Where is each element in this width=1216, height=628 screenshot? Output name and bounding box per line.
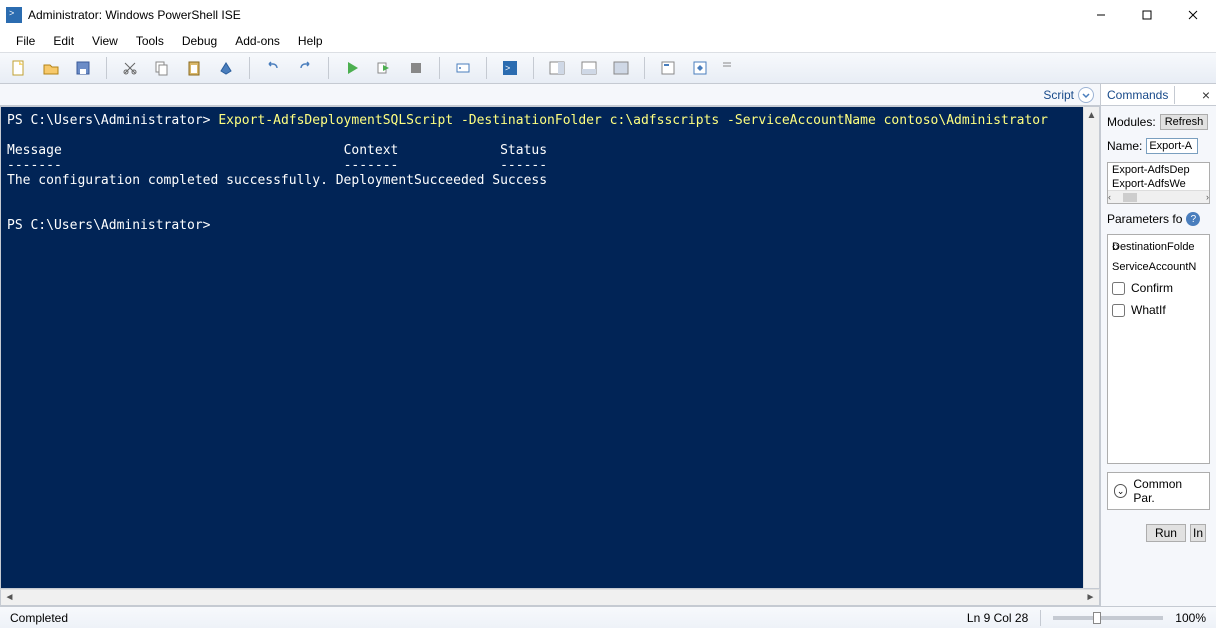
commands-tabs: Commands × (1101, 84, 1216, 106)
run-button[interactable]: Run (1146, 524, 1186, 542)
run-icon[interactable] (343, 59, 361, 77)
menu-bar: File Edit View Tools Debug Add-ons Help (0, 30, 1216, 52)
name-input[interactable] (1146, 138, 1198, 154)
menu-addons[interactable]: Add-ons (227, 32, 288, 50)
command-list[interactable]: Export-AdfsDep Export-AdfsWe ‹› (1107, 162, 1210, 204)
param-destinationfolder: DestinationFolde (1112, 241, 1205, 253)
close-button[interactable] (1170, 0, 1216, 30)
param-scrollbar[interactable]: ‹› (1112, 241, 1119, 253)
maximize-button[interactable] (1124, 0, 1170, 30)
refresh-button[interactable]: Refresh (1160, 114, 1209, 130)
commands-tab[interactable]: Commands (1101, 86, 1175, 104)
status-text: Completed (10, 611, 68, 625)
title-bar: Administrator: Windows PowerShell ISE (0, 0, 1216, 30)
whatif-checkbox[interactable]: WhatIf (1112, 303, 1205, 317)
console-pane: PS C:\Users\Administrator> Export-AdfsDe… (0, 106, 1100, 589)
commands-body: Modules: Refresh Name: Export-AdfsDep Ex… (1101, 106, 1216, 606)
redo-icon[interactable] (296, 59, 314, 77)
layout-full-icon[interactable] (612, 59, 630, 77)
vertical-scrollbar[interactable]: ▲ (1083, 106, 1100, 589)
confirm-checkbox[interactable]: Confirm (1112, 281, 1205, 295)
common-parameters-toggle[interactable]: ⌄ Common Par. (1107, 472, 1210, 510)
zoom-handle[interactable] (1093, 612, 1101, 624)
window-title: Administrator: Windows PowerShell ISE (28, 8, 241, 22)
scroll-up-icon[interactable]: ▲ (1084, 107, 1099, 124)
minimize-button[interactable] (1078, 0, 1124, 30)
menu-file[interactable]: File (8, 32, 43, 50)
console-prompt: PS C:\Users\Administrator> (7, 113, 218, 128)
name-label: Name: (1107, 139, 1142, 153)
menu-help[interactable]: Help (290, 32, 331, 50)
script-tab-label[interactable]: Script (1043, 88, 1074, 102)
save-icon[interactable] (74, 59, 92, 77)
result-status: Success (492, 173, 547, 188)
layout-bottom-icon[interactable] (580, 59, 598, 77)
menu-view[interactable]: View (84, 32, 126, 50)
svg-text:>: > (505, 63, 510, 73)
status-bar: Completed Ln 9 Col 28 100% (0, 606, 1216, 628)
zoom-level: 100% (1175, 611, 1206, 625)
clear-icon[interactable] (217, 59, 235, 77)
toolbar-overflow-icon[interactable] (723, 59, 733, 77)
layout-right-icon[interactable] (548, 59, 566, 77)
chevron-down-icon: ⌄ (1114, 484, 1127, 498)
param-serviceaccountname: ServiceAccountN (1112, 261, 1205, 273)
show-command-icon[interactable] (659, 59, 677, 77)
scroll-left-icon[interactable]: ◄ (1, 592, 18, 603)
insert-button[interactable]: In (1190, 524, 1206, 542)
help-icon[interactable]: ? (1186, 212, 1200, 226)
stop-icon[interactable] (407, 59, 425, 77)
cut-icon[interactable] (121, 59, 139, 77)
main-pane: Script PS C:\Users\Administrator> Export… (0, 84, 1100, 606)
parameters-label: Parameters fo (1107, 212, 1182, 226)
zoom-slider[interactable] (1053, 616, 1163, 620)
script-tab-strip: Script (0, 84, 1100, 106)
console-prompt-idle: PS C:\Users\Administrator> (7, 218, 211, 233)
console-command: Export-AdfsDeploymentSQLScript -Destinat… (218, 113, 1048, 128)
col-header-status: Status (500, 143, 547, 158)
run-selection-icon[interactable] (375, 59, 393, 77)
modules-label: Modules: (1107, 115, 1156, 129)
commands-pane: Commands × Modules: Refresh Name: Export… (1100, 84, 1216, 606)
show-command-addon-icon[interactable] (691, 59, 709, 77)
list-item[interactable]: Export-AdfsWe (1108, 177, 1209, 191)
list-item[interactable]: Export-AdfsDep (1108, 163, 1209, 177)
toolbar: > (0, 52, 1216, 84)
result-message: The configuration completed successfully… (7, 173, 328, 188)
work-area: Script PS C:\Users\Administrator> Export… (0, 84, 1216, 606)
horizontal-scrollbar[interactable]: ◄ ► (0, 589, 1100, 606)
powershell-icon (6, 7, 22, 23)
remote-icon[interactable] (454, 59, 472, 77)
commands-close-button[interactable]: × (1196, 87, 1216, 103)
col-header-message: Message (7, 143, 62, 158)
cursor-position: Ln 9 Col 28 (967, 611, 1028, 625)
expand-script-icon[interactable] (1078, 87, 1094, 103)
menu-debug[interactable]: Debug (174, 32, 225, 50)
powershell-console-icon[interactable]: > (501, 59, 519, 77)
open-icon[interactable] (42, 59, 60, 77)
paste-icon[interactable] (185, 59, 203, 77)
parameters-box: DestinationFolde ServiceAccountN Confirm… (1107, 234, 1210, 464)
command-list-scrollbar[interactable]: ‹› (1108, 190, 1209, 203)
new-icon[interactable] (10, 59, 28, 77)
undo-icon[interactable] (264, 59, 282, 77)
col-header-context: Context (344, 143, 399, 158)
result-context: DeploymentSucceeded (336, 173, 485, 188)
menu-edit[interactable]: Edit (45, 32, 82, 50)
copy-icon[interactable] (153, 59, 171, 77)
scroll-right-icon[interactable]: ► (1082, 592, 1099, 603)
console-output[interactable]: PS C:\Users\Administrator> Export-AdfsDe… (0, 106, 1083, 589)
menu-tools[interactable]: Tools (128, 32, 172, 50)
